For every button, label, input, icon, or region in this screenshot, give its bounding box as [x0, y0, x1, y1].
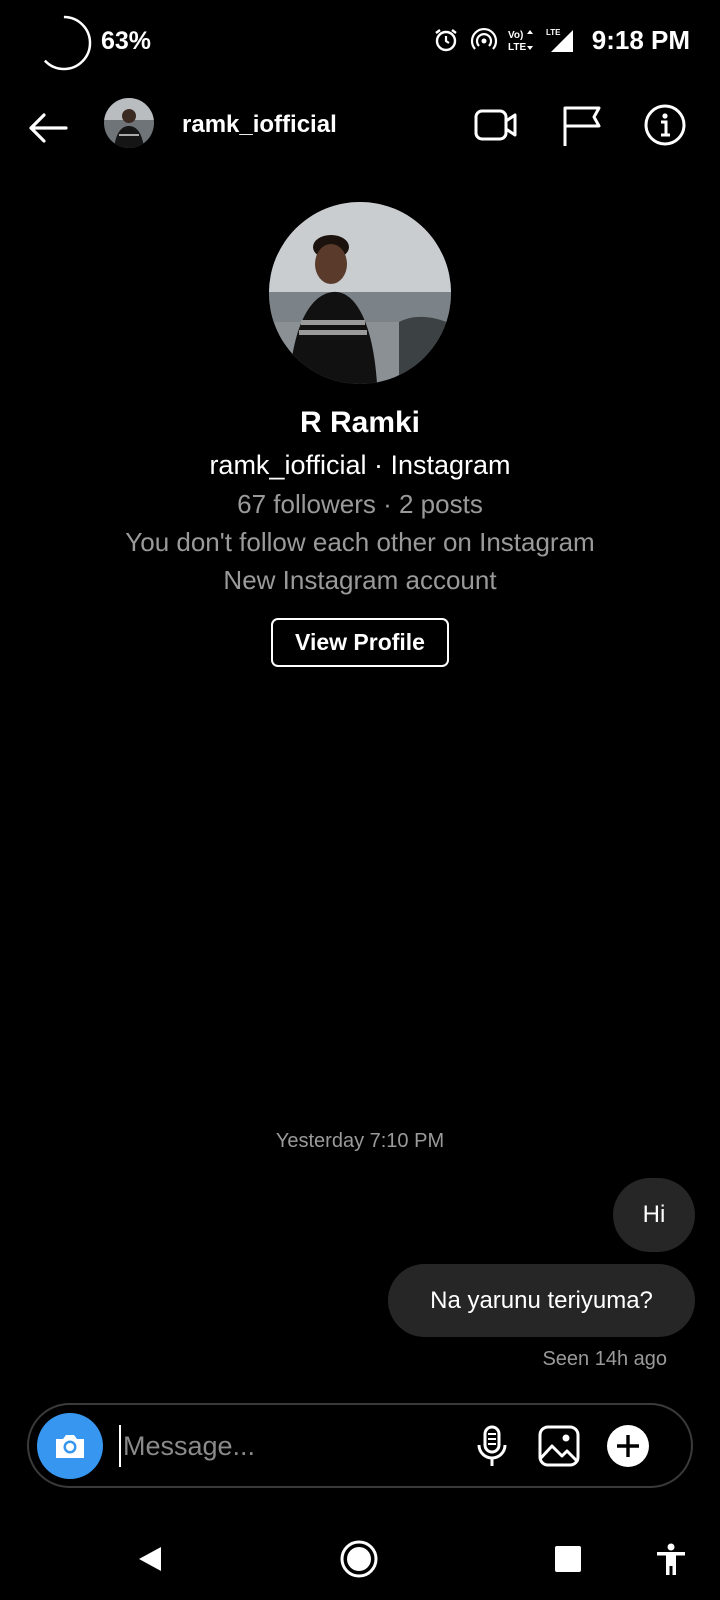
hotspot-icon [470, 27, 497, 50]
info-icon[interactable] [642, 102, 688, 148]
seen-status: Seen 14h ago [542, 1348, 667, 1370]
svg-text:LTE: LTE [508, 42, 526, 53]
back-arrow-icon[interactable] [26, 106, 70, 150]
status-bar: 63% Vo) LTE LTE 9:18 PM [0, 0, 720, 80]
signal-icon: LTE [546, 28, 573, 52]
header-avatar[interactable] [104, 98, 154, 148]
status-icons: Vo) LTE LTE 9:18 PM [432, 20, 690, 60]
follow-status: You don't follow each other on Instagram [125, 527, 595, 557]
message-input[interactable] [119, 1425, 449, 1467]
profile-handle: ramk_iofficial · Instagram [209, 450, 511, 480]
message-composer [27, 1403, 693, 1488]
message-timestamp: Yesterday 7:10 PM [275, 1130, 445, 1152]
chat-header: ramk_iofficial [0, 92, 720, 162]
svg-text:LTE: LTE [546, 28, 561, 37]
profile-name: R Ramki [299, 406, 421, 439]
camera-button[interactable] [37, 1413, 103, 1479]
header-username[interactable]: ramk_iofficial [182, 111, 337, 139]
view-profile-button[interactable]: View Profile [271, 618, 449, 667]
gallery-icon[interactable] [536, 1423, 582, 1469]
message-bubble[interactable]: Na yarunu teriyuma? [388, 1264, 695, 1337]
volte-icon: Vo) LTE [508, 30, 533, 53]
nav-home-icon[interactable] [334, 1534, 384, 1584]
battery-percent: 63% [101, 27, 152, 55]
nav-recents-icon[interactable] [543, 1534, 593, 1584]
profile-stats: 67 followers · 2 posts [237, 489, 483, 519]
account-note: New Instagram account [223, 565, 497, 595]
microphone-icon[interactable] [469, 1423, 515, 1469]
battery-ring-icon [36, 15, 92, 71]
alarm-icon [435, 29, 457, 52]
video-call-icon[interactable] [473, 102, 519, 148]
system-nav-bar [0, 1530, 720, 1590]
nav-back-icon[interactable] [125, 1534, 175, 1584]
profile-avatar[interactable] [269, 202, 451, 384]
camera-icon [56, 1435, 84, 1458]
message-bubble[interactable]: Hi [613, 1178, 695, 1252]
flag-icon[interactable] [559, 102, 605, 148]
status-time: 9:18 PM [591, 24, 690, 55]
svg-text:Vo): Vo) [508, 30, 523, 41]
plus-icon[interactable] [605, 1423, 651, 1469]
accessibility-icon[interactable] [646, 1534, 696, 1584]
